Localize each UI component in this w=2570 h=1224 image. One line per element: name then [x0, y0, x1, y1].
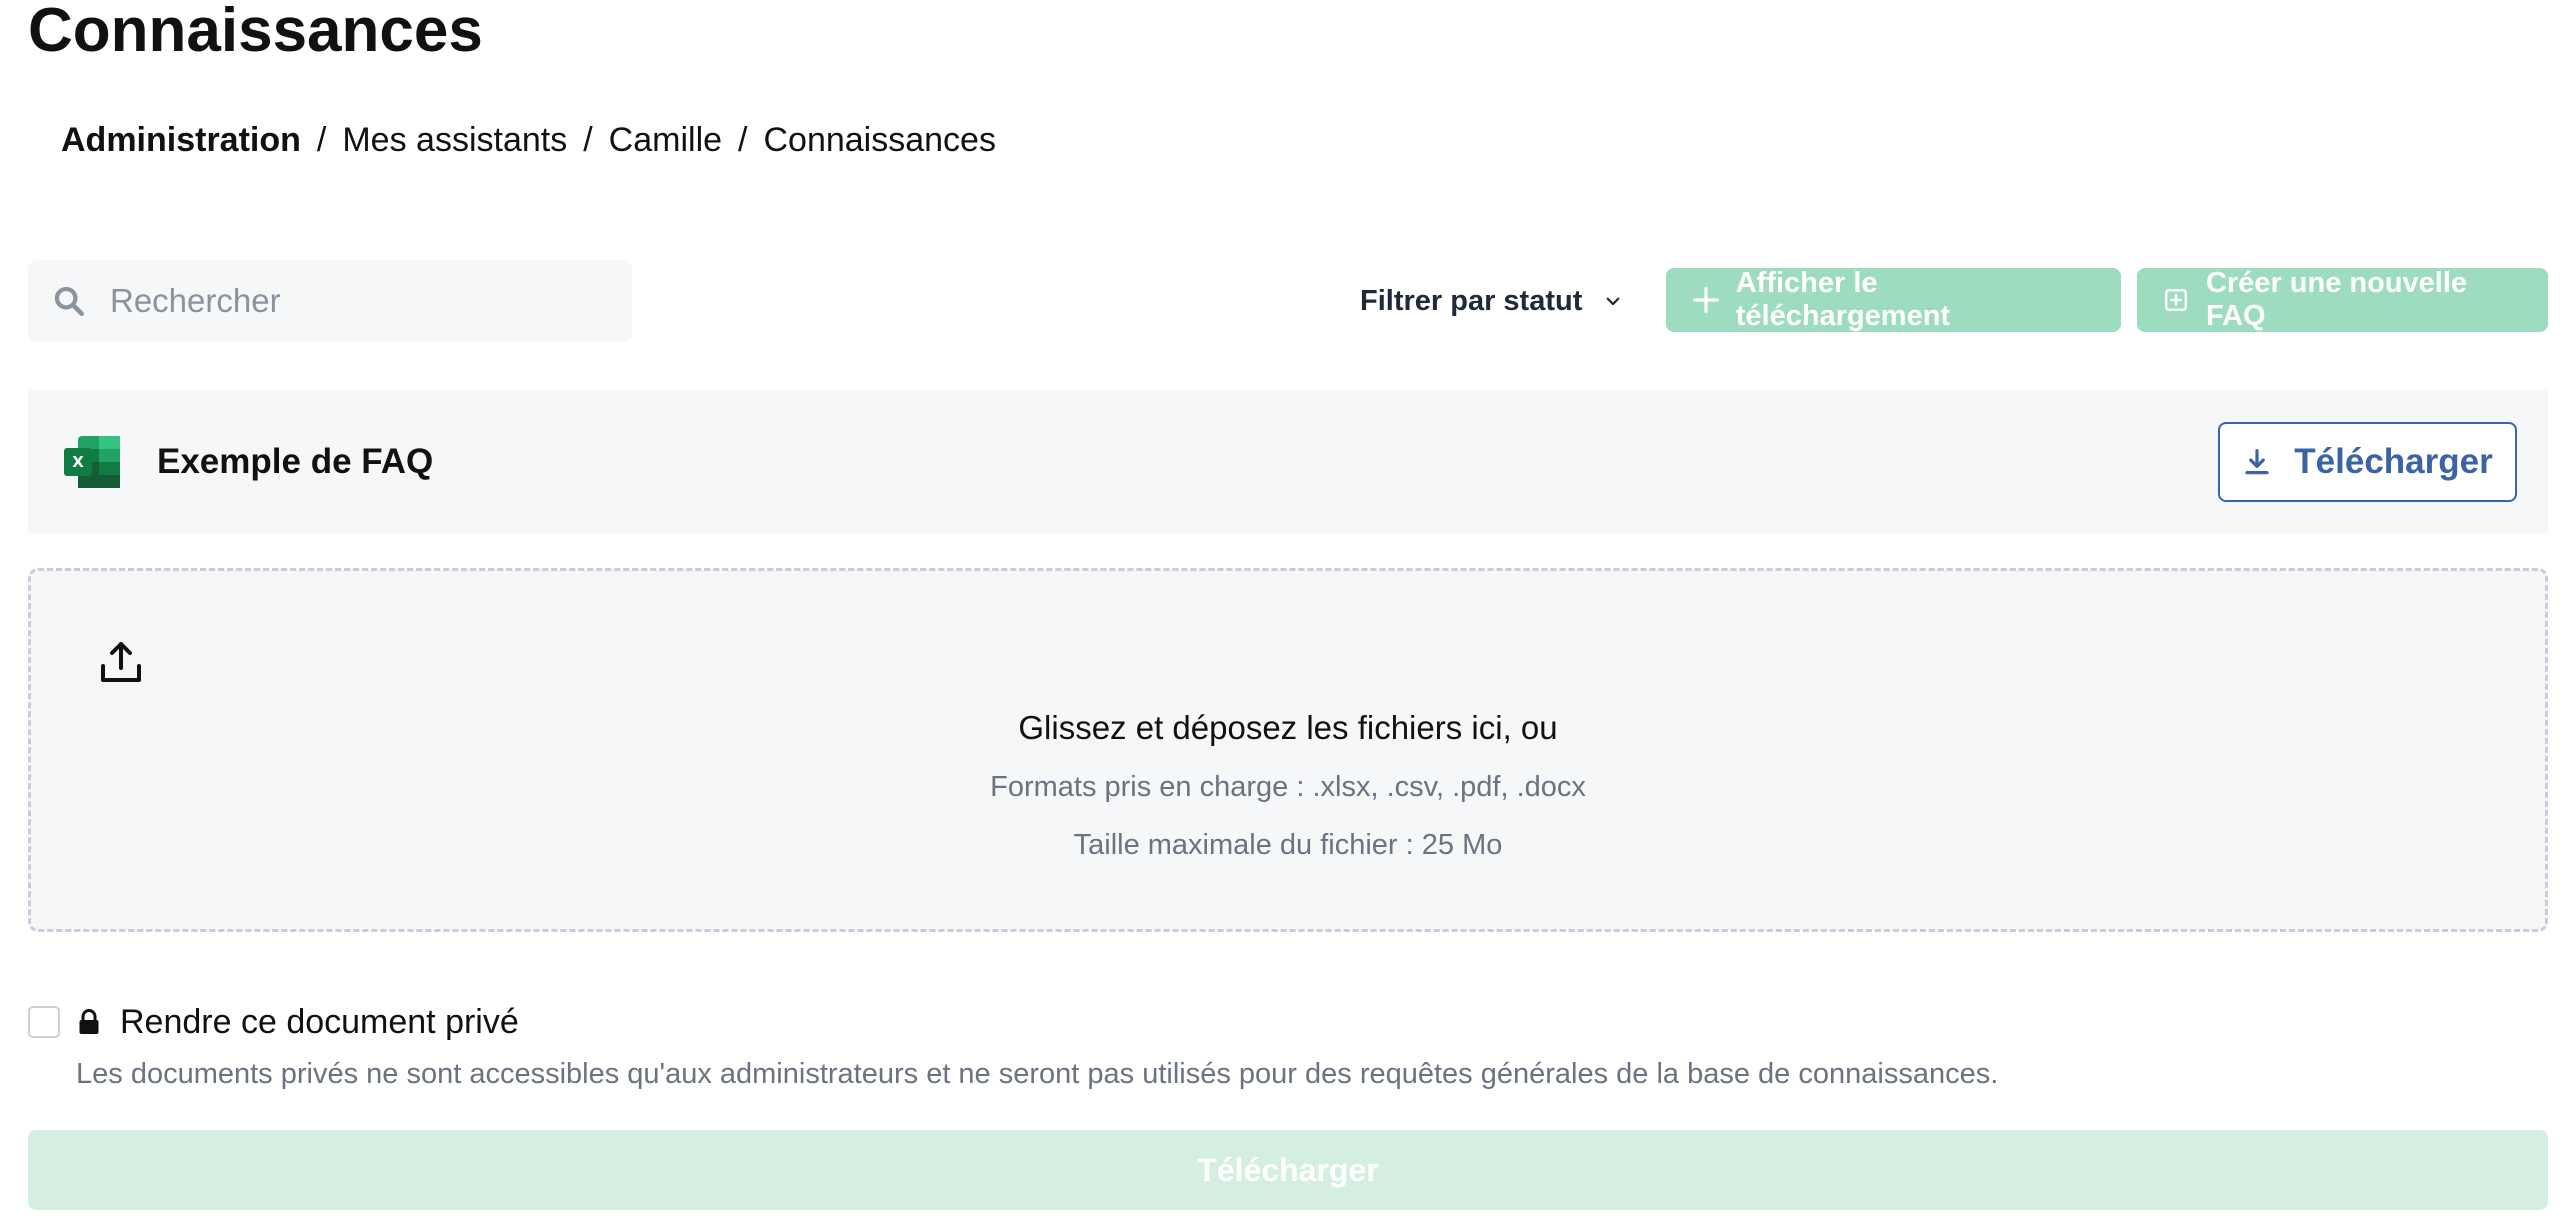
breadcrumb-separator: /	[583, 120, 593, 159]
breadcrumb: Administration / Mes assistants / Camill…	[61, 120, 996, 160]
private-document-option: Rendre ce document privé	[28, 1002, 519, 1042]
svg-text:X: X	[72, 453, 84, 471]
excel-icon: X	[64, 436, 120, 488]
status-filter-label: Filtrer par statut	[1360, 284, 1583, 317]
private-help-text: Les documents privés ne sont accessibles…	[76, 1058, 1999, 1090]
breadcrumb-separator: /	[316, 120, 327, 159]
search-icon	[50, 282, 88, 320]
dropzone-formats: Formats pris en charge : .xlsx, .csv, .p…	[990, 771, 1586, 803]
download-example-label: Télécharger	[2294, 442, 2493, 481]
dropzone-instruction: Glissez et déposez les fichiers ici, ou	[1018, 709, 1558, 746]
breadcrumb-item-current: Connaissances	[763, 120, 996, 159]
create-faq-label: Créer une nouvelle FAQ	[2205, 267, 2468, 332]
search-box[interactable]	[28, 260, 632, 342]
create-faq-button[interactable]: Créer une nouvelle FAQ	[2137, 267, 2548, 332]
breadcrumb-item-camille[interactable]: Camille	[609, 121, 722, 160]
faq-example-title: Exemple de FAQ	[157, 442, 434, 481]
breadcrumb-item-administration[interactable]: Administration	[61, 121, 301, 160]
plus-icon	[1690, 284, 1722, 316]
faq-example-card: X Exemple de FAQ Télécharger	[28, 390, 2548, 534]
chevron-down-icon	[1604, 290, 1626, 312]
upload-submit-button[interactable]: Télécharger	[28, 1130, 2548, 1210]
private-checkbox[interactable]	[28, 1006, 60, 1038]
download-example-button[interactable]: Télécharger	[2218, 422, 2517, 502]
file-dropzone[interactable]: Glissez et déposez les fichiers ici, ou …	[28, 568, 2548, 932]
private-checkbox-label[interactable]: Rendre ce document privé	[120, 1003, 519, 1042]
search-input[interactable]	[108, 281, 588, 321]
show-upload-label: Afficher le téléchargement	[1735, 267, 1951, 332]
dropzone-max-size: Taille maximale du fichier : 25 Mo	[1073, 829, 1503, 861]
plus-square-icon	[2161, 284, 2192, 316]
breadcrumb-item-assistants[interactable]: Mes assistants	[342, 121, 567, 160]
status-filter-dropdown[interactable]: Filtrer par statut	[1360, 270, 1626, 332]
show-upload-button[interactable]: Afficher le téléchargement	[1666, 267, 2121, 332]
breadcrumb-separator: /	[738, 120, 748, 159]
download-icon	[2242, 445, 2276, 479]
upload-icon	[97, 637, 145, 687]
lock-icon	[78, 1007, 104, 1037]
page-title: Connaissances	[28, 0, 483, 65]
